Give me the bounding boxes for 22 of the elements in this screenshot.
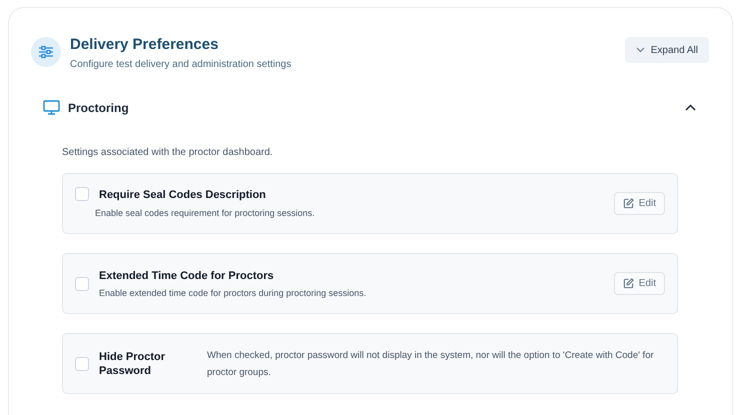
edit-icon [622,198,634,209]
edit-icon [622,278,634,289]
setting-description: Enable extended time code for proctors during proctoring sessions. [99,288,368,298]
checkbox[interactable] [75,187,89,201]
expand-all-button[interactable]: Expand All [624,37,709,63]
section-description: Settings associated with the proctor dashboard. [62,147,274,158]
setting-title: Require Seal Codes Description [99,189,267,201]
checkbox[interactable] [75,276,89,290]
sliders-icon [31,37,61,67]
page-subtitle: Configure test delivery and administration settings [70,59,292,70]
setting-description: When checked, proctor password will not display in the system, nor will the option to 'Create with Code' for proctor groups. [207,348,655,380]
checkbox[interactable] [75,356,89,370]
chevron-up-icon[interactable] [685,104,696,111]
section-title: Proctoring [68,100,130,114]
setting-description: Enable seal codes requirement for proctoring sessions. [95,208,316,218]
setting-title: Extended Time Code for Proctors [99,270,275,282]
page-title: Delivery Preferences [70,36,220,53]
chevron-down-icon [636,47,645,53]
edit-button[interactable]: Edit [614,192,665,215]
monitor-icon [43,100,60,115]
setting-title: Hide Proctor Password [99,350,166,378]
edit-button[interactable]: Edit [614,272,665,295]
